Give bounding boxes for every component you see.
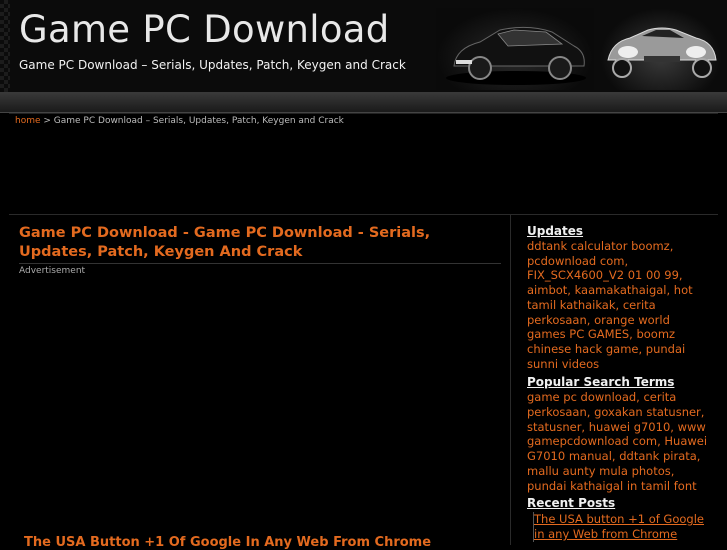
divider (19, 263, 501, 264)
header-car-image-1 (436, 8, 594, 90)
updates-links[interactable]: ddtank calculator boomz, pcdownload com,… (527, 239, 709, 371)
site-title[interactable]: Game PC Download (19, 8, 390, 51)
divider (9, 113, 718, 114)
recent-posts-heading: Recent Posts (527, 496, 616, 510)
breadcrumb-separator: > (40, 116, 54, 126)
header-car-image-2 (600, 8, 722, 90)
breadcrumb-current: Game PC Download – Serials, Updates, Pat… (53, 116, 344, 126)
navigation-bar (0, 92, 727, 113)
main-content: Game PC Download - Game PC Download - Se… (9, 215, 511, 550)
site-tagline: Game PC Download – Serials, Updates, Pat… (19, 58, 406, 72)
checker-pattern (0, 0, 10, 92)
breadcrumb-home-link[interactable]: home (15, 116, 41, 126)
advertisement-label: Advertisement (19, 266, 86, 276)
popular-search-heading: Popular Search Terms (527, 375, 675, 390)
updates-heading: Updates (527, 224, 584, 238)
breadcrumb: home > Game PC Download – Serials, Updat… (15, 116, 344, 126)
recent-post-link[interactable]: The USA button +1 of Google in any Web f… (533, 512, 712, 542)
sidebar: Updates ddtank calculator boomz, pcdownl… (527, 224, 709, 497)
site-header: Game PC Download Game PC Download – Seri… (0, 0, 727, 92)
ad-area (9, 130, 718, 214)
next-post-title[interactable]: The USA Button +1 Of Google In Any Web F… (24, 535, 431, 550)
post-title[interactable]: Game PC Download - Game PC Download - Se… (19, 224, 499, 262)
popular-search-links[interactable]: game pc download, cerita perkosaan, goxa… (527, 390, 709, 493)
